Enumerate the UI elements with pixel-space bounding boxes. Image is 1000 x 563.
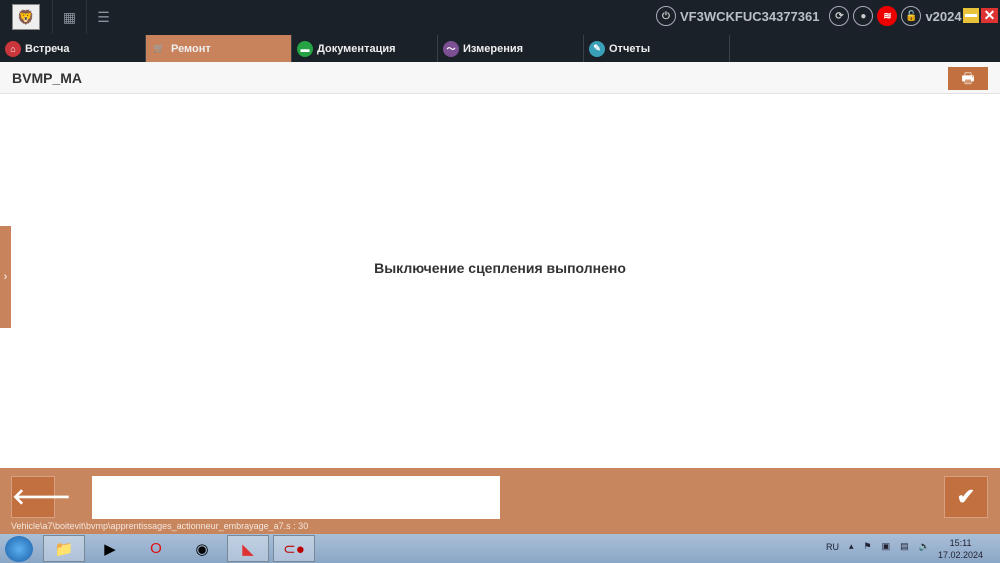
version-label: v2024 [925, 8, 962, 24]
tray-expand-icon[interactable]: ▴ [849, 541, 854, 552]
vin-label: VF3WCKFUC34377361 [680, 8, 820, 24]
page-title: BVMP_MA [12, 70, 83, 86]
wifi-icon[interactable]: ≋ [877, 6, 898, 26]
tab-label: Ремонт [171, 42, 211, 55]
tab-label: Отчеты [609, 42, 651, 55]
diagbox-icon[interactable]: ◣ [227, 535, 269, 562]
toggle-app-icon[interactable]: ⊂● [273, 535, 315, 562]
clock[interactable]: 15:11 17.02.2024 [938, 537, 983, 561]
pulse-icon: 〜 [443, 40, 459, 57]
page-header: BVMP_MA 🖶 [0, 62, 1000, 94]
refresh-icon[interactable]: ⟳ [829, 6, 850, 26]
footer: 🡐 ✔ Vehicle\a7\boitevit\bvmp\apprentissa… [0, 468, 1000, 534]
time: 15:11 [949, 538, 972, 548]
tab-label: Встреча [25, 42, 70, 55]
report-icon: ✎ [589, 40, 605, 57]
system-tray: RU ▴ ⚑ ▣ ▤ 🔈 [826, 541, 930, 552]
check-icon: ✔ [956, 484, 976, 509]
text-input[interactable] [92, 476, 500, 519]
print-button[interactable]: 🖶 [948, 67, 988, 90]
close-button[interactable]: ✕ [981, 8, 998, 23]
opera-icon[interactable]: O [135, 535, 177, 562]
tab-label: Измерения [463, 42, 524, 55]
cart-icon: 🛒 [153, 43, 165, 53]
power-icon[interactable]: ⏻ [656, 6, 676, 26]
explorer-icon[interactable]: 📁 [43, 535, 85, 562]
flag-icon[interactable]: ⚑ [864, 541, 872, 552]
tab-label: Документация [317, 42, 396, 55]
script-path: Vehicle\a7\boitevit\bvmp\apprentissages_… [11, 521, 309, 531]
media-player-icon[interactable]: ▶ [89, 535, 131, 562]
tab-documentation[interactable]: ▬ Документация [292, 35, 438, 62]
grid-view-icon[interactable]: ▦ [52, 0, 86, 34]
start-button[interactable] [5, 535, 33, 562]
date: 17.02.2024 [938, 550, 984, 560]
minimize-button[interactable] [963, 8, 979, 23]
chrome-icon[interactable]: ◉ [181, 535, 223, 562]
back-button[interactable]: 🡐 [11, 476, 71, 518]
peugeot-logo: 🦁 [12, 4, 40, 30]
status-message: Выключение сцепления выполнено [374, 260, 626, 276]
arrow-left-icon: 🡐 [12, 484, 71, 509]
network-icon[interactable]: ▣ [882, 541, 891, 552]
user-icon[interactable]: ● [853, 6, 874, 26]
top-bar: 🦁 ▦ ☰ ⏻ VF3WCKFUC34377361 ⟳ ● ≋ 🔓 v2024 … [0, 0, 1000, 35]
confirm-button[interactable]: ✔ [944, 476, 988, 518]
power-tray-icon[interactable]: ▤ [900, 541, 909, 552]
tab-reports[interactable]: ✎ Отчеты [584, 35, 730, 62]
home-icon: ⌂ [5, 40, 21, 57]
status-area: ⏻ VF3WCKFUC34377361 ⟳ ● ≋ 🔓 v2024 [656, 6, 962, 26]
volume-icon[interactable]: 🔈 [919, 541, 930, 552]
lock-icon[interactable]: 🔓 [901, 6, 922, 26]
list-view-icon[interactable]: ☰ [86, 0, 120, 34]
printer-icon: 🖶 [961, 70, 975, 86]
folder-icon: ▬ [297, 40, 313, 57]
main-tabs: ⌂ Встреча 🛒 Ремонт ▬ Документация 〜 Измерени… [0, 35, 1000, 62]
language-indicator[interactable]: RU [826, 542, 839, 552]
tab-repair[interactable]: 🛒 Ремонт [146, 35, 292, 62]
side-panel-toggle[interactable]: › [0, 226, 11, 328]
tab-measurements[interactable]: 〜 Измерения [438, 35, 584, 62]
tab-meeting[interactable]: ⌂ Встреча [0, 35, 146, 62]
